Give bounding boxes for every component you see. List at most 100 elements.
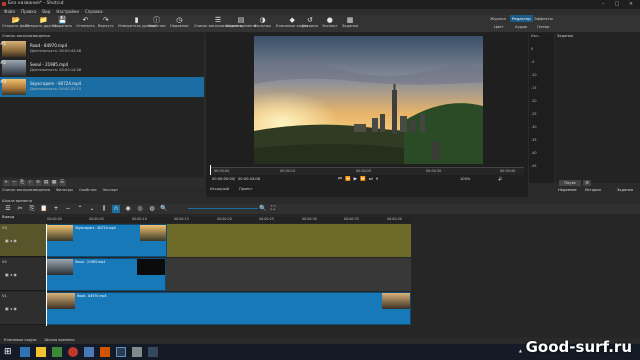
track-lane-v1[interactable]: Road - 84970.mp4 [46,292,411,325]
windows-start-icon[interactable]: ⊞ [4,347,14,357]
app-icon[interactable] [52,347,62,357]
timeline-ruler[interactable]: 00:00:00 00:00:05 00:00:10 00:00:15 00:0… [46,217,411,223]
app-icon[interactable] [84,347,94,357]
save-button[interactable]: 💾 Сохранить [52,15,72,33]
layout-player[interactable]: Плеер [537,24,549,29]
maximize-icon[interactable]: □ [610,0,624,9]
remove-icon[interactable]: − [64,205,72,213]
tab-project[interactable]: Проект [239,187,253,191]
zoom-out-icon[interactable]: 🔍 [160,205,168,213]
pause-icon[interactable]: ⏸ [376,176,378,184]
track-controls-icon[interactable]: ▣ ◂ ◉ [5,238,17,243]
lift-icon[interactable]: ⌃ [76,205,84,213]
timeline-clip[interactable]: Seoul - 21985.mp4 [46,258,166,291]
tab-jobs[interactable]: Задания [617,188,633,192]
layout-color[interactable]: Цвет [494,24,504,29]
skip-previous-icon[interactable]: ⏮ [338,176,342,184]
tab-source[interactable]: Исходный [210,187,229,191]
minimize-icon[interactable]: – [596,0,610,9]
overwrite-icon[interactable]: ⌄ [88,205,96,213]
app-icon[interactable] [148,347,158,357]
timeline-clip[interactable]: Skyscrapers - 80724.mp4 [46,224,167,257]
app-icon[interactable] [100,347,110,357]
track-header-v3[interactable]: V3 ▣ ◂ ◉ [0,224,46,257]
remove-icon[interactable]: − [10,180,18,186]
icon-view-icon[interactable]: ▦ [50,180,58,186]
add-icon[interactable]: + [2,180,10,186]
update-icon[interactable]: ⎘ [18,180,26,186]
cut-icon[interactable]: ✂ [16,205,24,213]
scrub-icon[interactable]: ◉ [124,205,132,213]
playlist-item[interactable]: #2 Seoul - 21985.mp4 Длительность: 00:00… [0,58,204,78]
append-icon[interactable]: + [52,205,60,213]
zoom-slider[interactable] [188,208,258,209]
undo-button[interactable]: ↶ Отменить [76,15,95,33]
list-view-icon[interactable]: ≡ [34,180,42,186]
export-button[interactable]: ● Экспорт [322,15,338,33]
rewind-icon[interactable]: ⏪ [345,176,351,184]
tab-export[interactable]: Экспорт [103,187,119,194]
fast-forward-icon[interactable]: ⏩ [360,176,366,184]
split-icon[interactable]: ⫼ [100,205,108,213]
ruler-tick: 00:00:05 [89,217,104,221]
track-header-v1[interactable]: V1 ▣ ◂ ◉ [0,292,46,325]
close-icon[interactable]: × [624,0,638,9]
meter-label: 0 [531,47,534,51]
timeline-button[interactable]: ▤ Шкала времени [226,15,256,33]
copy-icon[interactable]: ⎘ [28,205,36,213]
folder-open-icon: 📂 [11,16,21,24]
shotcut-taskbar-icon[interactable] [116,347,126,357]
track-controls-icon[interactable]: ▣ ◂ ◉ [5,306,17,311]
zoom-in-icon[interactable]: 🔍 [259,205,267,213]
track-lane-v3[interactable]: Skyscrapers - 80724.mp4 [46,224,411,257]
current-timecode[interactable]: 00:00:00:00 [212,177,234,181]
toolbar-label: Задания [342,24,359,28]
check-icon[interactable]: ✓ [26,180,34,186]
play-icon[interactable]: ▶ [354,176,357,184]
recent-button[interactable]: ◷ Недавние [170,15,189,33]
volume-icon[interactable]: 🔊 [498,177,502,181]
tab-filters[interactable]: Фильтры [56,187,73,194]
tab-history[interactable]: История [585,188,601,192]
system-tray-icon[interactable]: ▲ [519,348,522,353]
opera-icon[interactable] [68,347,78,357]
edge-icon[interactable] [20,347,30,357]
pause-button[interactable]: Пауза [559,180,581,186]
folder-icon[interactable] [36,347,46,357]
redo-button[interactable]: ↷ Вернуть [98,15,114,33]
jobs-button[interactable]: ▦ Задания [342,15,358,33]
timeline-playhead[interactable] [46,224,47,326]
zoom-level[interactable]: 100% [460,177,470,181]
detail-view-icon[interactable]: ▤ [42,180,50,186]
viewer-ruler[interactable]: 00:00:00 00:00:10 00:00:20 00:00:30 00:0… [210,165,524,175]
playhead[interactable] [210,165,211,175]
filters-button[interactable]: ◑ Фильтры [254,15,271,33]
skip-next-icon[interactable]: ⏭ [369,176,373,184]
layout-audio[interactable]: Аудио [515,24,527,29]
timeline-clip[interactable]: Road - 84970.mp4 [46,292,411,325]
layout-effects[interactable]: Эффекты [534,16,553,21]
history-button[interactable]: ↺ История [302,15,318,33]
menu-icon[interactable]: ☰ [58,180,66,186]
toolbar-label: Экспорт [322,24,338,28]
app-icon[interactable] [132,347,142,357]
properties-button[interactable]: ⓘ Свойства [148,15,166,33]
snap-icon[interactable]: ∩ [112,205,120,213]
track-header-v2[interactable]: V2 ▣ ◂ ◉ [0,258,46,291]
menu-icon[interactable]: ☰ [4,205,12,213]
menu-icon[interactable]: ☰ [583,180,591,186]
track-controls-icon[interactable]: ▣ ◂ ◉ [5,272,17,277]
tab-recent[interactable]: Недавние [558,188,577,192]
tab-properties[interactable]: Свойства [79,187,97,194]
ripple-icon[interactable]: ◎ [136,205,144,213]
paste-icon[interactable]: 📋 [40,205,48,213]
layout-logging[interactable]: Журнал [490,16,506,21]
tab-playlist[interactable]: Список воспроизведения [2,187,50,194]
playlist-item-selected[interactable]: #3 Skyscrapers - 80724.mp4 Длительность:… [0,77,204,97]
layout-editing[interactable]: Редактор [510,15,533,22]
playlist-item[interactable]: #1 Road - 84970.mp4 Длительность: 00:00:… [0,39,204,59]
toolbar-label: Свойства [148,24,166,28]
track-lane-v2[interactable]: Seoul - 21985.mp4 [46,258,411,291]
zoom-fit-icon[interactable]: ⛶ [269,205,277,213]
ripple-all-icon[interactable]: ◍ [148,205,156,213]
